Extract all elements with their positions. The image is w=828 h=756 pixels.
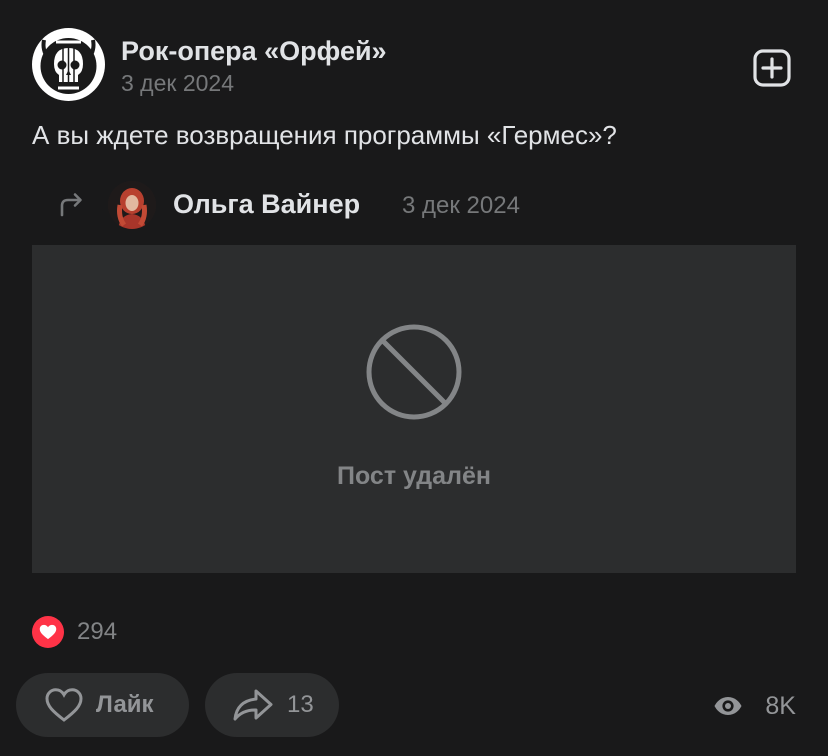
heart-outline-icon <box>44 687 84 723</box>
prohibited-icon <box>365 323 463 421</box>
user-photo-icon <box>108 181 156 229</box>
share-button[interactable]: 13 <box>205 673 339 737</box>
post-date: 3 дек 2024 <box>121 70 235 96</box>
repost-header: Ольга Вайнер 3 дек 2024 <box>56 180 796 230</box>
add-button[interactable] <box>752 48 792 88</box>
reactions-summary[interactable]: 294 <box>32 614 117 650</box>
repost-author-name[interactable]: Ольга Вайнер <box>173 189 360 220</box>
views-count: 8K <box>765 691 796 720</box>
like-label: Лайк <box>96 691 154 718</box>
repost-date: 3 дек 2024 <box>402 192 520 219</box>
post-header: Рок-опера «Орфей» 3 дек 2024 <box>32 28 796 102</box>
views-counter: 8K <box>713 686 796 726</box>
post-text: А вы ждете возвращения программы «Гермес… <box>32 120 617 150</box>
reaction-count: 294 <box>77 618 118 645</box>
repost-arrow-icon <box>56 191 86 219</box>
post-author-name[interactable]: Рок-опера «Орфей» <box>121 36 387 67</box>
plus-square-icon <box>753 49 791 87</box>
like-button[interactable]: Лайк <box>16 673 189 737</box>
deleted-post-label: Пост удалён <box>337 462 491 490</box>
community-avatar[interactable] <box>32 28 105 101</box>
deleted-post-placeholder: Пост удалён <box>32 245 796 573</box>
share-count: 13 <box>287 691 314 718</box>
share-arrow-icon <box>231 687 275 723</box>
heart-icon <box>32 616 64 648</box>
repost-author-avatar[interactable] <box>108 181 156 229</box>
eye-icon <box>713 695 743 717</box>
skull-lyre-logo-icon <box>34 30 103 99</box>
